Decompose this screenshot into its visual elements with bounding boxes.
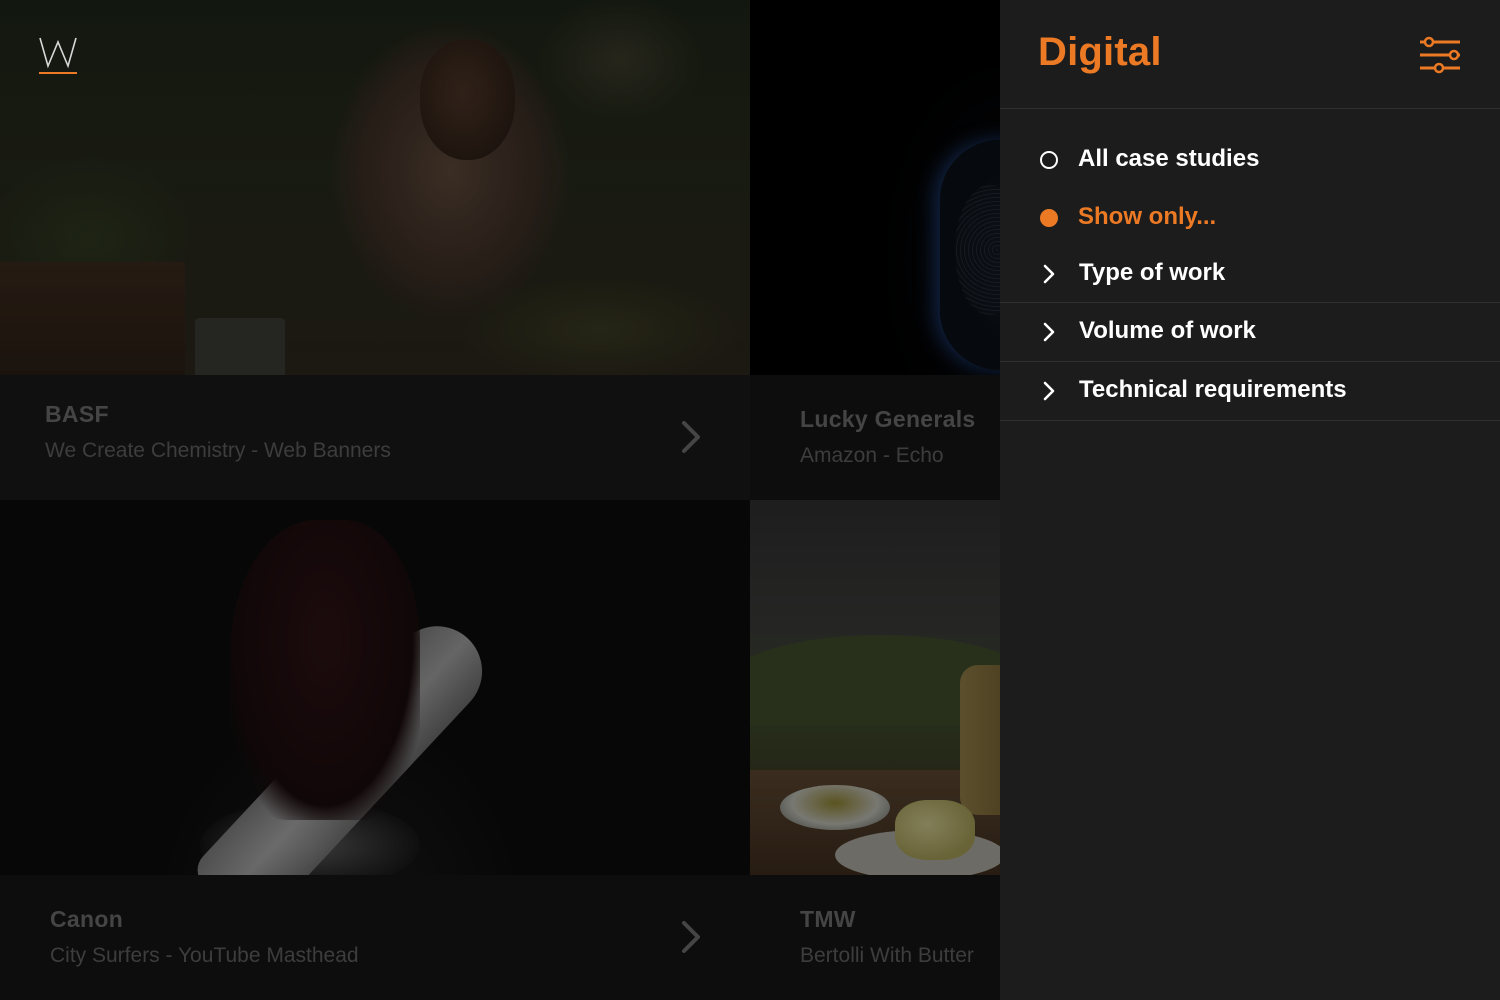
- case-study-image: [0, 500, 750, 933]
- section-label: Technical requirements: [1079, 376, 1347, 403]
- section-label: Type of work: [1079, 259, 1226, 286]
- case-study-tile-tmw[interactable]: TMW Bertolli With Butter: [750, 500, 1000, 1000]
- case-study-caption: Canon City Surfers - YouTube Masthead: [0, 875, 750, 1000]
- image-butter: [895, 800, 975, 860]
- chevron-right-icon: [1043, 322, 1055, 342]
- case-study-client: Canon: [50, 906, 124, 932]
- case-study-tile-basf[interactable]: BASF We Create Chemistry - Web Banners: [0, 0, 750, 500]
- section-label: Volume of work: [1079, 317, 1256, 344]
- case-study-caption: TMW Bertolli With Butter: [750, 875, 1000, 1000]
- image-oil-bowl: [780, 785, 890, 830]
- case-study-project: City Surfers - YouTube Masthead: [50, 944, 359, 967]
- filter-panel-header: Digital: [1000, 0, 1500, 109]
- case-study-project: We Create Chemistry - Web Banners: [45, 439, 391, 462]
- option-label: All case studies: [1078, 145, 1260, 172]
- case-study-client: TMW: [800, 906, 856, 932]
- image-planter: [0, 262, 185, 375]
- case-study-project: Bertolli With Butter: [800, 944, 974, 967]
- divider: [1000, 420, 1500, 421]
- chevron-right-icon: [1043, 264, 1055, 284]
- chevron-right-icon: [1043, 381, 1055, 401]
- image-surfer: [230, 520, 420, 820]
- sliders-icon[interactable]: [1418, 36, 1462, 74]
- option-all-case-studies[interactable]: All case studies: [1000, 131, 1500, 189]
- case-studies-page: BASF We Create Chemistry - Web Banners L…: [0, 0, 1500, 1000]
- chevron-right-icon[interactable]: [676, 417, 706, 457]
- section-technical-requirements[interactable]: Technical requirements: [1000, 362, 1500, 420]
- option-label: Show only...: [1078, 203, 1217, 230]
- case-study-client: BASF: [45, 401, 109, 427]
- case-study-image: [0, 0, 750, 375]
- case-study-tile-lucky-generals[interactable]: Lucky Generals Amazon - Echo: [750, 0, 1000, 500]
- case-study-image: [750, 500, 1000, 880]
- case-study-client: Lucky Generals: [800, 406, 976, 432]
- w-logo-icon[interactable]: [38, 34, 78, 76]
- radio-empty-icon[interactable]: [1040, 151, 1058, 169]
- section-volume-of-work[interactable]: Volume of work: [1000, 303, 1500, 361]
- case-study-project: Amazon - Echo: [800, 444, 944, 467]
- image-watering-can: [195, 318, 285, 375]
- case-study-caption: Lucky Generals Amazon - Echo: [750, 375, 1000, 500]
- chevron-right-icon[interactable]: [676, 917, 706, 957]
- case-study-image: [750, 0, 1000, 375]
- image-person: [420, 40, 515, 160]
- panel-title: Digital: [1038, 30, 1162, 74]
- case-study-caption: BASF We Create Chemistry - Web Banners: [0, 375, 750, 500]
- image-butter-tub: [960, 665, 1000, 815]
- radio-filled-icon[interactable]: [1040, 209, 1058, 227]
- section-type-of-work[interactable]: Type of work: [1000, 245, 1500, 303]
- filter-panel: Digital All case studies Show only... Ty…: [1000, 0, 1500, 1000]
- option-show-only[interactable]: Show only...: [1000, 189, 1500, 247]
- case-study-tile-canon[interactable]: Canon City Surfers - YouTube Masthead: [0, 500, 750, 1000]
